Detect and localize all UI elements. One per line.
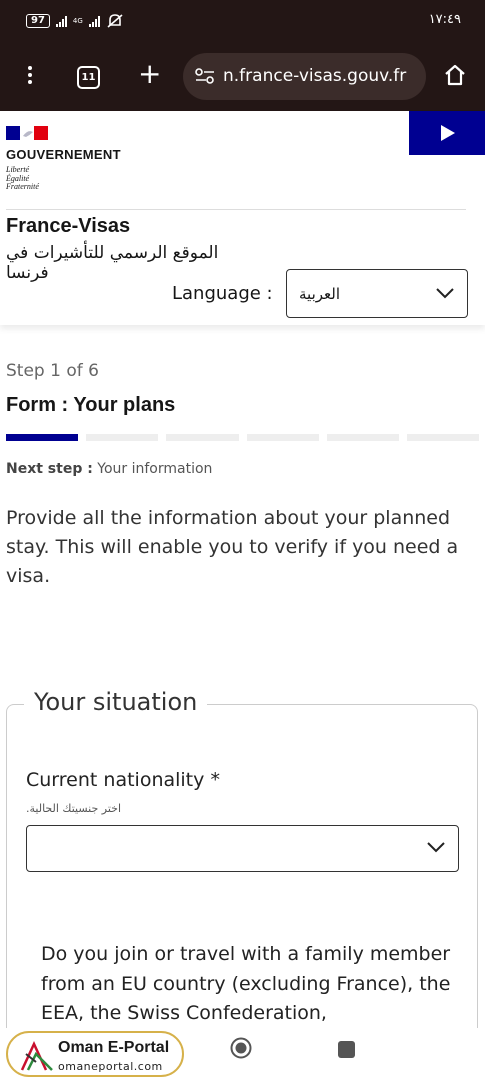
address-bar[interactable]: n.france-visas.gouv.fr <box>183 53 426 100</box>
step-segment <box>406 434 480 441</box>
clock: ١٧:٤٩ <box>428 12 461 27</box>
step-segment <box>86 434 159 441</box>
step-progress <box>6 434 480 441</box>
motto: Liberté Égalité Fraternité <box>6 165 39 191</box>
video-play-button[interactable] <box>409 111 485 155</box>
header-divider <box>6 209 466 210</box>
tab-switcher-button[interactable]: 11 <box>77 66 100 89</box>
form-title: Form : Your plans <box>6 394 176 416</box>
recents-button-icon[interactable] <box>338 1041 355 1058</box>
site-settings-icon[interactable] <box>195 67 215 85</box>
play-icon <box>441 125 455 141</box>
signal-icon <box>55 15 67 27</box>
site-subtitle: الموقع الرسمي للتأشيرات في فرنسا <box>6 243 219 283</box>
status-bar: 97 4G ١٧:٤٩ <box>0 0 485 46</box>
step-segment <box>246 434 319 441</box>
nationality-hint: اختر جنسيتك الحالية. <box>26 802 122 815</box>
home-icon[interactable] <box>443 63 467 87</box>
family-member-question: Do you join or travel with a family memb… <box>41 943 451 1024</box>
language-value: العربية <box>299 285 340 303</box>
next-step: Next step : Your information <box>6 461 213 477</box>
chevron-down-icon <box>436 288 454 299</box>
signal-icon-2 <box>88 15 100 27</box>
language-label: Language : <box>172 283 273 304</box>
new-tab-icon[interactable]: + <box>138 60 161 88</box>
intro-text: Provide all the information about your p… <box>6 507 459 587</box>
step-segment <box>166 434 239 441</box>
gov-header: GOUVERNEMENT Liberté Égalité Fraternité … <box>0 111 485 325</box>
bell-off-icon <box>107 14 123 28</box>
oman-eportal-logo-icon <box>20 1041 53 1071</box>
situation-legend: Your situation <box>24 688 208 716</box>
chevron-down-icon <box>427 842 445 853</box>
battery-indicator: 97 <box>26 14 50 28</box>
watermark: Oman E-Portal omaneportal.com <box>6 1031 184 1077</box>
step-count: Step 1 of 6 <box>6 361 99 381</box>
nationality-select[interactable] <box>26 825 459 872</box>
home-button-icon[interactable] <box>230 1037 252 1059</box>
gov-title: GOUVERNEMENT <box>6 147 121 162</box>
url-text: n.france-visas.gouv.fr <box>223 66 407 86</box>
step-segment <box>326 434 399 441</box>
watermark-title: Oman E-Portal <box>58 1039 170 1056</box>
browser-toolbar: 11 + n.france-visas.gouv.fr <box>0 46 485 111</box>
watermark-url: omaneportal.com <box>58 1060 163 1073</box>
language-select[interactable]: العربية <box>286 269 468 318</box>
menu-icon[interactable] <box>28 66 32 87</box>
marianne-flag-icon <box>6 126 48 140</box>
nationality-label: Current nationality * <box>26 769 220 791</box>
site-name[interactable]: France-Visas <box>6 215 130 238</box>
step-segment <box>6 434 79 441</box>
network-type: 4G <box>72 16 83 25</box>
